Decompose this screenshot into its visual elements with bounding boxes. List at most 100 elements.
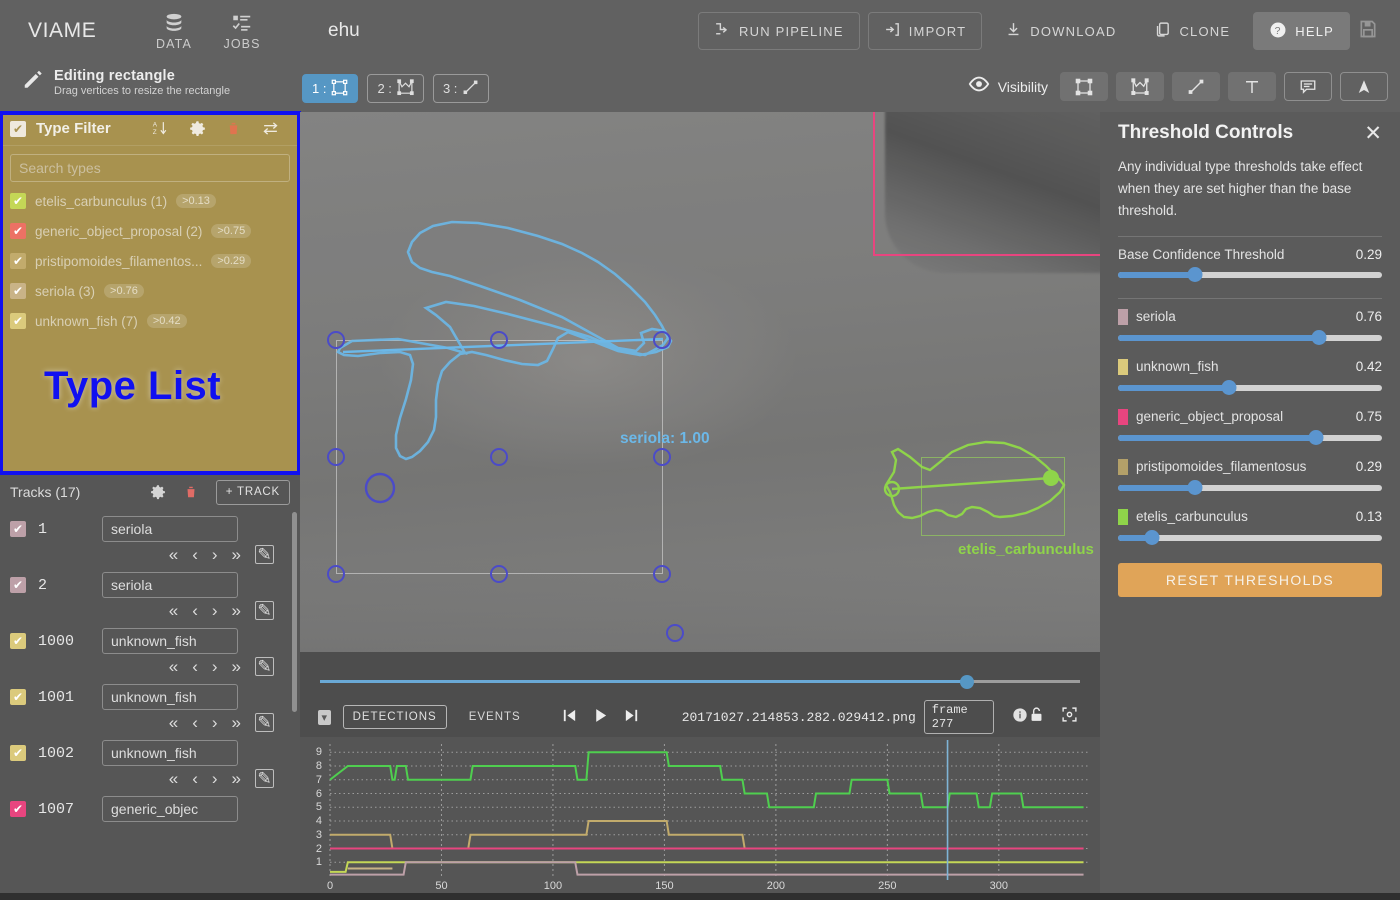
visibility-toggle-text[interactable]: [1228, 72, 1276, 101]
type-checkbox[interactable]: ✔: [10, 313, 26, 329]
skip-previous-icon[interactable]: [561, 707, 578, 728]
track-prev-frame-button[interactable]: ‹: [192, 602, 198, 619]
type-filter-row[interactable]: ✔ seriola (3) >0.76: [0, 276, 300, 306]
nav-item-jobs[interactable]: JOBS: [208, 11, 276, 51]
track-list-scrollbar[interactable]: [292, 512, 297, 712]
type-filter-row[interactable]: ✔ etelis_carbunculus (1) >0.13: [0, 186, 300, 216]
reset-thresholds-button[interactable]: RESET THRESHOLDS: [1118, 562, 1382, 597]
track-checkbox[interactable]: ✔: [10, 521, 26, 537]
resize-handle-top-right[interactable]: [653, 331, 671, 349]
add-track-button[interactable]: + TRACK: [215, 479, 290, 505]
eye-icon[interactable]: [968, 73, 990, 100]
resize-handle-middle-center[interactable]: [490, 448, 508, 466]
resize-handle-top-center[interactable]: [490, 331, 508, 349]
run-pipeline-button[interactable]: RUN PIPELINE: [698, 12, 860, 50]
type-threshold-slider-etelis[interactable]: [1118, 529, 1382, 547]
track-first-frame-button[interactable]: «: [169, 770, 178, 787]
type-checkbox[interactable]: ✔: [10, 193, 26, 209]
type-threshold-slider-generic-object-proposal[interactable]: [1118, 429, 1382, 447]
seek-knob[interactable]: [960, 675, 974, 689]
resize-handle-middle-left[interactable]: [327, 448, 345, 466]
nav-item-data[interactable]: DATA: [140, 11, 208, 51]
track-type-field[interactable]: seriola: [102, 516, 238, 542]
track-first-frame-button[interactable]: «: [169, 714, 178, 731]
trash-icon[interactable]: [184, 484, 198, 500]
track-first-frame-button[interactable]: «: [169, 602, 178, 619]
track-prev-frame-button[interactable]: ‹: [192, 714, 198, 731]
resize-handle-bottom-right[interactable]: [653, 565, 671, 583]
track-last-frame-button[interactable]: »: [232, 602, 241, 619]
fit-to-screen-icon[interactable]: [1061, 706, 1078, 728]
timeline-chart[interactable]: 123456789 0 50 100 150 200 250 300: [300, 737, 1392, 900]
frame-seek-slider[interactable]: [320, 675, 1080, 689]
track-type-field[interactable]: generic_objec: [102, 796, 238, 822]
events-tab[interactable]: EVENTS: [459, 705, 531, 729]
track-first-frame-button[interactable]: «: [169, 546, 178, 563]
visibility-toggle-cursor[interactable]: [1340, 72, 1388, 101]
type-filter-master-checkbox[interactable]: ✔: [10, 120, 26, 137]
visibility-toggle-polygon[interactable]: [1116, 72, 1164, 101]
edit-icon[interactable]: ✎: [255, 657, 274, 676]
resize-handle-bottom-left[interactable]: [327, 565, 345, 583]
track-last-frame-button[interactable]: »: [232, 770, 241, 787]
track-type-field[interactable]: unknown_fish: [102, 740, 238, 766]
search-types-input[interactable]: [19, 160, 281, 176]
rotation-handle[interactable]: [666, 624, 684, 642]
track-next-frame-button[interactable]: ›: [212, 546, 218, 563]
type-checkbox[interactable]: ✔: [10, 253, 26, 269]
type-search-box[interactable]: [10, 154, 290, 182]
clone-button[interactable]: CLONE: [1139, 12, 1245, 50]
track-type-field[interactable]: seriola: [102, 572, 238, 598]
track-last-frame-button[interactable]: »: [232, 546, 241, 563]
track-checkbox[interactable]: ✔: [10, 689, 26, 705]
sort-alpha-icon[interactable]: AZ: [152, 120, 169, 137]
resize-handle-top-left[interactable]: [327, 331, 345, 349]
edit-icon[interactable]: ✎: [255, 601, 274, 620]
track-checkbox[interactable]: ✔: [10, 745, 26, 761]
track-next-frame-button[interactable]: ›: [212, 658, 218, 675]
track-row[interactable]: ✔ 1007 generic_objec: [0, 790, 300, 824]
play-icon[interactable]: [592, 707, 609, 728]
visibility-toggle-rectangle[interactable]: [1060, 72, 1108, 101]
track-prev-frame-button[interactable]: ‹: [192, 770, 198, 787]
track-row[interactable]: ✔ 2 seriola « ‹ › » ✎: [0, 566, 300, 622]
track-row[interactable]: ✔ 1000 unknown_fish « ‹ › » ✎: [0, 622, 300, 678]
track-checkbox[interactable]: ✔: [10, 577, 26, 593]
close-icon[interactable]: ✕: [1364, 123, 1382, 144]
track-row[interactable]: ✔ 1001 unknown_fish « ‹ › » ✎: [0, 678, 300, 734]
gear-icon[interactable]: [189, 120, 206, 137]
track-type-field[interactable]: unknown_fish: [102, 684, 238, 710]
unlock-icon[interactable]: [1028, 706, 1045, 728]
resize-handle-bottom-center[interactable]: [490, 565, 508, 583]
type-threshold-slider-pristipomoides[interactable]: [1118, 479, 1382, 497]
track-next-frame-button[interactable]: ›: [212, 602, 218, 619]
info-icon[interactable]: [1012, 707, 1028, 728]
trash-icon[interactable]: [226, 120, 241, 137]
mode-button-line[interactable]: 3 :: [432, 74, 490, 103]
visibility-toggle-line[interactable]: [1172, 72, 1220, 101]
visibility-toggle-tooltip[interactable]: [1284, 72, 1332, 101]
type-filter-row[interactable]: ✔ pristipomoides_filamentos... >0.29: [0, 246, 300, 276]
track-next-frame-button[interactable]: ›: [212, 770, 218, 787]
track-row[interactable]: ✔ 1002 unknown_fish « ‹ › » ✎: [0, 734, 300, 790]
mode-button-polygon[interactable]: 2 :: [367, 74, 424, 103]
base-threshold-slider[interactable]: [1118, 266, 1382, 284]
annotation-canvas[interactable]: seriola: 1.00 etelis_carbunculus: [300, 112, 1100, 652]
type-checkbox[interactable]: ✔: [10, 223, 26, 239]
track-next-frame-button[interactable]: ›: [212, 714, 218, 731]
gear-icon[interactable]: [150, 484, 166, 500]
mode-button-rectangle[interactable]: 1 :: [302, 74, 359, 103]
resize-handle-middle-right[interactable]: [653, 448, 671, 466]
type-filter-row[interactable]: ✔ generic_object_proposal (2) >0.75: [0, 216, 300, 246]
save-icon[interactable]: [1358, 19, 1378, 44]
type-threshold-slider-unknown-fish[interactable]: [1118, 379, 1382, 397]
track-last-frame-button[interactable]: »: [232, 658, 241, 675]
swap-icon[interactable]: [261, 120, 280, 137]
edit-icon[interactable]: ✎: [255, 713, 274, 732]
annotation-bbox-etelis[interactable]: [921, 457, 1065, 536]
track-prev-frame-button[interactable]: ‹: [192, 658, 198, 675]
help-button[interactable]: ? HELP: [1253, 12, 1350, 50]
annotation-vertex-handle[interactable]: [364, 472, 396, 504]
track-first-frame-button[interactable]: «: [169, 658, 178, 675]
edit-icon[interactable]: ✎: [255, 769, 274, 788]
